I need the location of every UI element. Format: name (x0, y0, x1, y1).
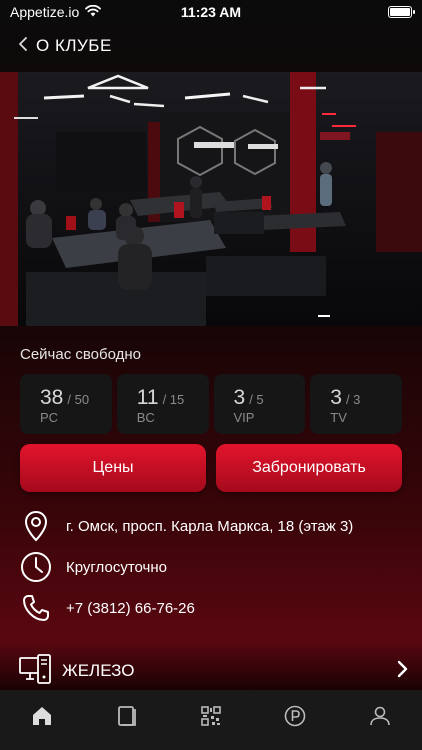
hardware-label: ЖЕЛЕЗО (62, 661, 135, 680)
tab-parking[interactable] (275, 698, 315, 738)
stat-card-bc: 11/ 15 BC (116, 374, 209, 434)
qr-code-icon (199, 704, 223, 733)
home-icon (30, 704, 54, 733)
computer-icon (18, 653, 52, 690)
total-count: / 3 (345, 392, 361, 407)
tab-home[interactable] (22, 698, 62, 738)
page-title[interactable]: О КЛУБЕ (36, 36, 112, 56)
hours-row: Круглосуточно (20, 551, 167, 583)
club-photo (0, 72, 422, 326)
free-count: 38 (40, 386, 64, 409)
prices-button[interactable]: Цены (20, 444, 206, 492)
phone-text: +7 (3812) 66-76-26 (66, 599, 195, 617)
chevron-right-icon (396, 660, 408, 683)
location-pin-icon (20, 510, 52, 542)
category-label: VIP (233, 410, 255, 425)
address-text: г. Омск, просп. Карла Маркса, 18 (этаж 3… (66, 517, 354, 535)
action-buttons: Цены Забронировать (20, 444, 402, 492)
tab-bookings[interactable] (107, 698, 147, 738)
bookings-icon (115, 704, 139, 733)
parking-icon (283, 704, 307, 733)
tab-qr[interactable] (191, 698, 231, 738)
category-label: TV (330, 410, 347, 425)
carrier-label: Appetize.io (10, 4, 80, 20)
availability-label: Сейчас свободно (20, 346, 142, 363)
availability-stats: 38/ 50 PC 11/ 15 BC 3/ 5 VIP 3/ 3 TV (20, 374, 402, 434)
total-count: / 15 (162, 392, 185, 407)
back-chevron-icon[interactable] (18, 36, 28, 57)
battery-icon (388, 6, 415, 18)
hardware-row[interactable]: ЖЕЛЕЗО (18, 652, 408, 690)
profile-icon (368, 704, 392, 733)
phone-icon (20, 592, 52, 624)
free-count: 3 (233, 386, 246, 409)
free-count: 3 (330, 386, 342, 409)
clock-icon (20, 551, 52, 583)
category-label: BC (136, 410, 155, 425)
wifi-icon (85, 4, 102, 20)
total-count: / 50 (67, 392, 90, 407)
tab-profile[interactable] (360, 698, 400, 738)
total-count: / 5 (249, 392, 264, 407)
book-button[interactable]: Забронировать (216, 444, 402, 492)
status-bar: Appetize.io 11:23 AM (0, 0, 422, 24)
stat-card-vip: 3/ 5 VIP (213, 374, 306, 434)
stat-card-tv: 3/ 3 TV (310, 374, 402, 434)
hours-text: Круглосуточно (66, 558, 167, 576)
nav-bar: О КЛУБЕ (0, 28, 112, 64)
stat-card-pc: 38/ 50 PC (20, 374, 112, 434)
category-label: PC (40, 410, 59, 425)
tab-bar (0, 690, 422, 750)
address-row[interactable]: г. Омск, просп. Карла Маркса, 18 (этаж 3… (20, 510, 353, 542)
phone-row[interactable]: +7 (3812) 66-76-26 (20, 592, 195, 624)
free-count: 11 (136, 386, 159, 409)
